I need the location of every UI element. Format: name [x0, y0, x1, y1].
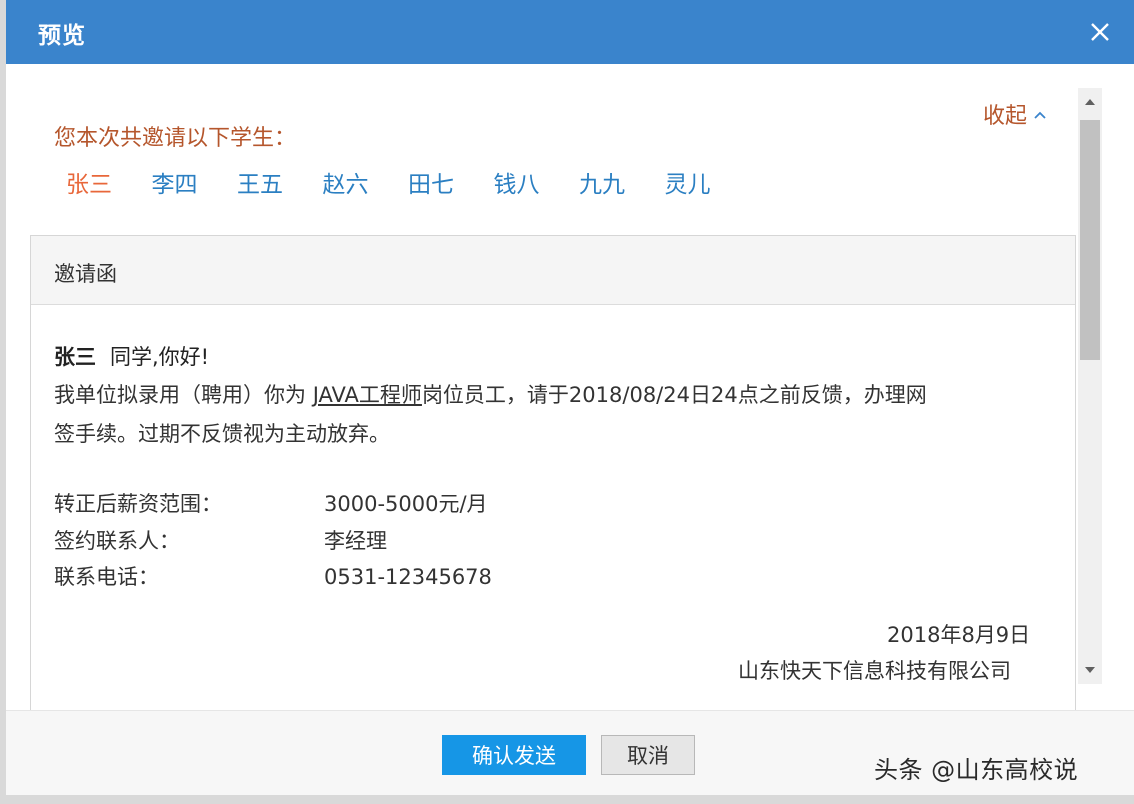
- invite-intro-text: 您本次共邀请以下学生：: [54, 126, 297, 151]
- scrollbar-thumb[interactable]: [1080, 120, 1100, 360]
- student-name: 张三: [54, 345, 96, 369]
- student-name-tab[interactable]: 李四: [152, 165, 238, 199]
- dialog-title-bar: 预览: [6, 0, 1134, 64]
- student-name-tab[interactable]: 张三: [66, 165, 152, 199]
- student-name-tab[interactable]: 灵儿: [665, 165, 751, 199]
- dialog-title: 预览: [38, 23, 86, 49]
- salary-row: 转正后薪资范围： 3000-5000元/月: [54, 488, 488, 518]
- invitation-letter: 邀请函 张三 同学,你好! 我单位拟录用（聘用）你为 JAVA工程师岗位员工，请于…: [30, 235, 1076, 710]
- vertical-scrollbar[interactable]: [1078, 88, 1102, 684]
- contact-row: 签约联系人： 李经理: [54, 525, 387, 555]
- cancel-button[interactable]: 取消: [601, 735, 695, 775]
- close-icon[interactable]: [1086, 18, 1114, 46]
- dialog-content: 您本次共邀请以下学生： 收起 张三 李四 王五 赵六 田七 钱八 九九 灵儿 邀…: [6, 64, 1134, 710]
- student-name-tab[interactable]: 田七: [408, 165, 494, 199]
- student-name-tab[interactable]: 九九: [579, 165, 665, 199]
- collapse-label: 收起: [983, 104, 1028, 129]
- phone-value: 0531-12345678: [324, 565, 492, 589]
- student-name-tab[interactable]: 王五: [237, 165, 323, 199]
- letter-paragraph: 我单位拟录用（聘用）你为 JAVA工程师岗位员工，请于2018/08/24日24…: [54, 379, 927, 409]
- phone-label: 联系电话：: [54, 565, 159, 589]
- confirm-send-button[interactable]: 确认发送: [442, 735, 586, 775]
- student-list: 张三 李四 王五 赵六 田七 钱八 九九 灵儿: [66, 165, 750, 199]
- salary-label: 转正后薪资范围：: [54, 492, 222, 516]
- company-name: 山东快天下信息科技有限公司: [738, 659, 1011, 683]
- scroll-up-arrow-icon[interactable]: [1078, 88, 1102, 116]
- contact-value: 李经理: [324, 529, 387, 553]
- preview-dialog: 预览 您本次共邀请以下学生： 收起 张三 李四 王五 赵六 田七 钱八 九九 灵…: [0, 0, 1134, 804]
- phone-row: 联系电话： 0531-12345678: [54, 561, 492, 591]
- letter-paragraph-continued: 签手续。过期不反馈视为主动放弃。: [54, 422, 390, 446]
- letter-header: 邀请函: [31, 236, 1075, 305]
- scroll-down-arrow-icon[interactable]: [1078, 656, 1102, 684]
- job-title: JAVA工程师: [312, 383, 422, 407]
- letter-date: 2018年8月9日: [887, 623, 1031, 647]
- letter-header-title: 邀请函: [54, 262, 117, 286]
- student-name-tab[interactable]: 钱八: [494, 165, 580, 199]
- greeting-text: 同学,你好!: [110, 345, 210, 369]
- salary-value: 3000-5000元/月: [324, 492, 488, 516]
- paragraph-text: 岗位员工，请于2018/08/24日24点之前反馈，办理网: [421, 383, 927, 407]
- collapse-toggle[interactable]: 收起: [983, 98, 1047, 130]
- letter-greeting: 张三 同学,你好!: [54, 341, 209, 371]
- student-name-tab[interactable]: 赵六: [323, 165, 409, 199]
- watermark-text: 头条 @山东高校说: [874, 756, 1079, 784]
- chevron-up-icon: [1033, 105, 1047, 124]
- contact-label: 签约联系人：: [54, 529, 180, 553]
- paragraph-text: 我单位拟录用（聘用）你为: [54, 383, 313, 407]
